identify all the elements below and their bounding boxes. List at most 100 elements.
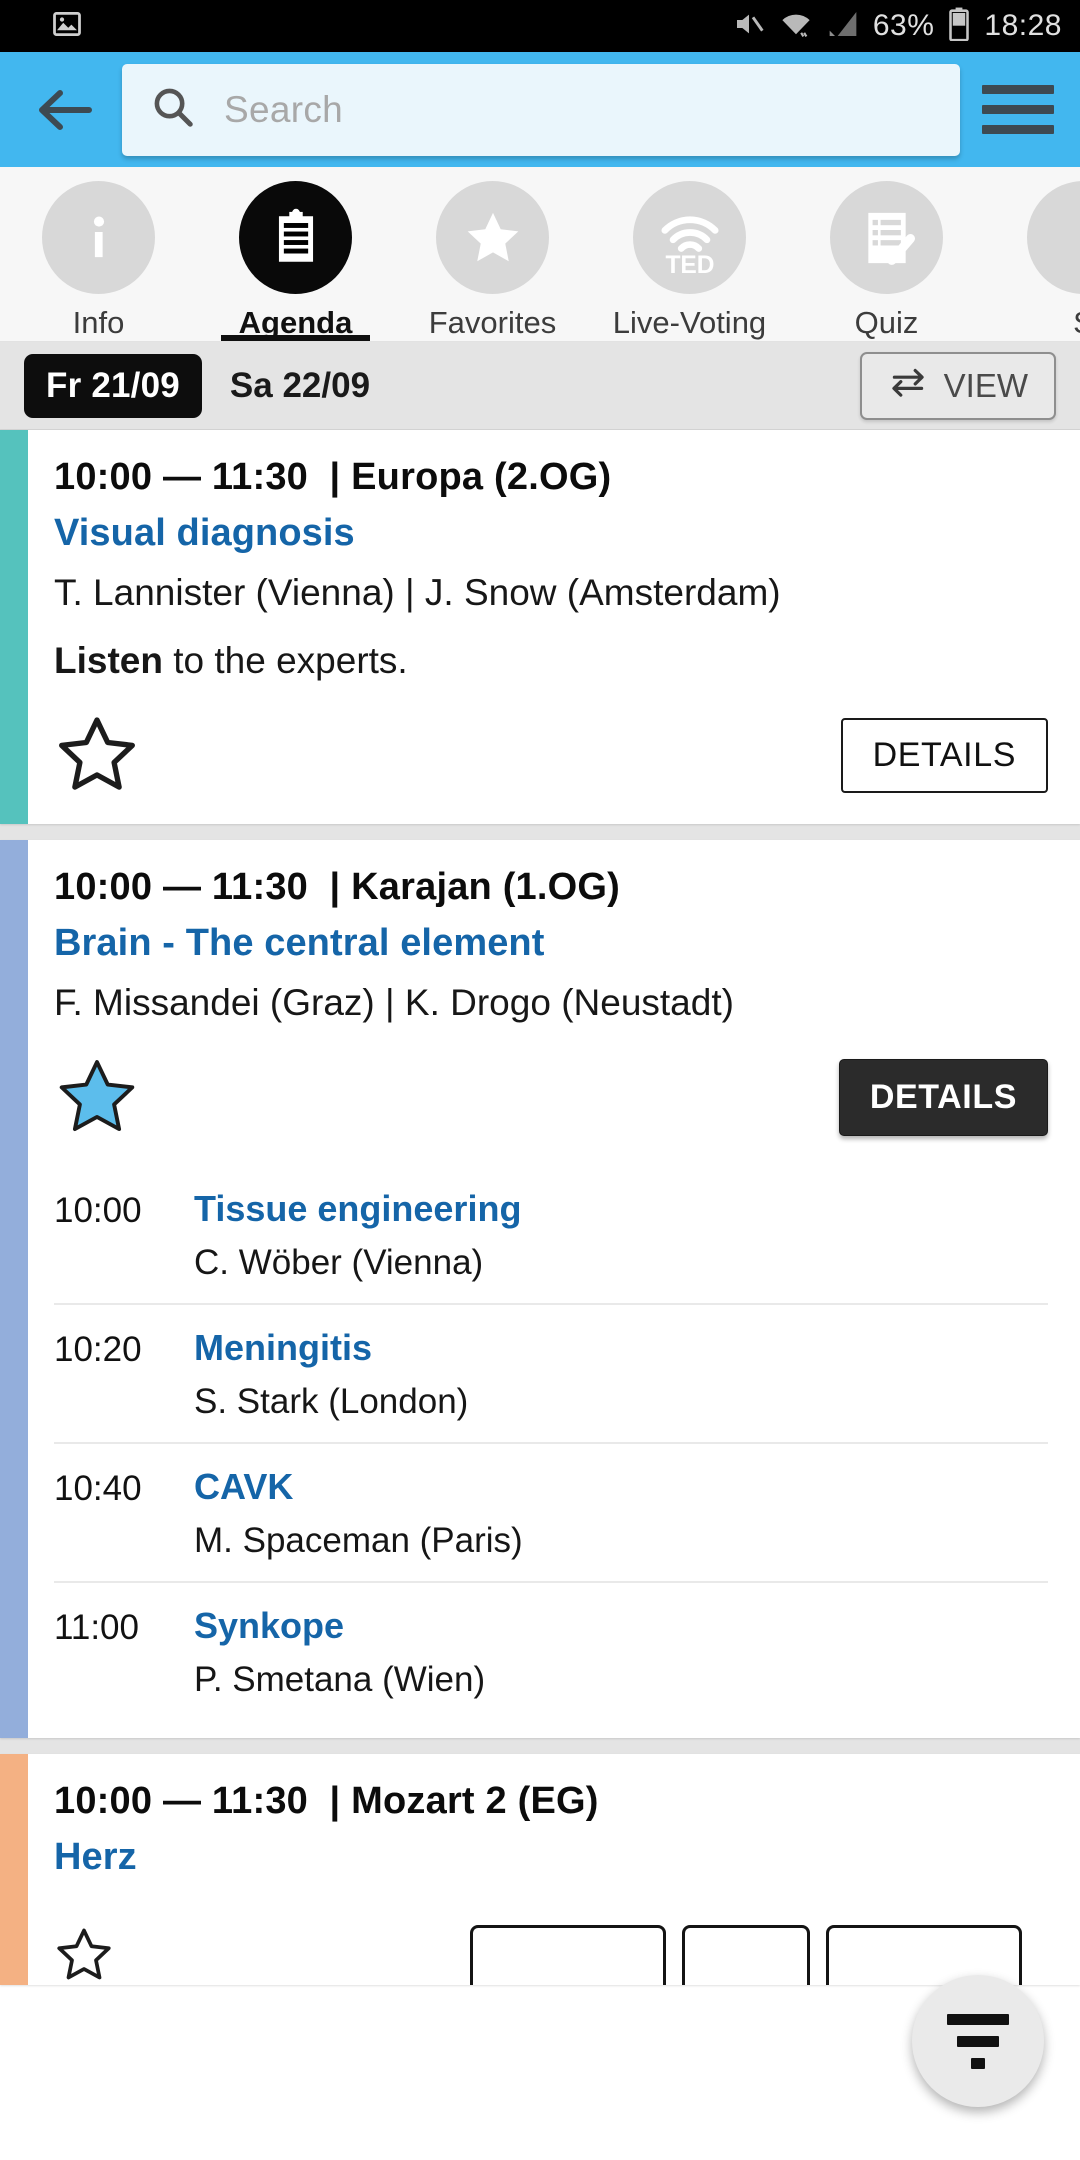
session-note: Listen to the experts. bbox=[54, 640, 1048, 682]
session-note-bold: Listen bbox=[54, 640, 163, 681]
sub-session-time: 10:20 bbox=[54, 1330, 142, 1369]
list-item[interactable]: 10:20 Meningitis S. Stark (London) bbox=[54, 1303, 1048, 1442]
session-time-room: 10:00 — 11:30 | Karajan (1.OG) bbox=[54, 866, 1048, 909]
session-card[interactable]: 10:00 — 11:30 | Karajan (1.OG) Brain - T… bbox=[0, 840, 1080, 1738]
session-separator: | bbox=[329, 1780, 341, 1822]
session-card[interactable]: 10:00 — 11:30 | Europa (2.OG) Visual dia… bbox=[0, 430, 1080, 824]
session-actions: DETAILS bbox=[54, 1056, 1048, 1166]
sidebar-item-label: Quiz bbox=[854, 305, 919, 340]
status-bar: 63% 18:28 bbox=[0, 0, 1080, 52]
sidebar-item-favorites[interactable]: Favorites bbox=[394, 167, 591, 341]
sub-session-time: 10:40 bbox=[54, 1469, 142, 1508]
session-title[interactable]: Brain - The central element bbox=[54, 922, 1048, 965]
session-action-buttons[interactable] bbox=[114, 1925, 1048, 1985]
filter-fab[interactable] bbox=[912, 1975, 1044, 2107]
filter-icon-bar-1 bbox=[947, 2013, 1009, 2025]
session-color-stripe bbox=[0, 840, 28, 1738]
search-input[interactable]: Search bbox=[122, 63, 960, 156]
sub-session-time: 11:00 bbox=[54, 1608, 139, 1647]
details-button[interactable]: DETAILS bbox=[840, 717, 1048, 793]
sidebar-item-label: Info bbox=[72, 305, 125, 340]
session-card[interactable]: 10:00 — 11:30 | Mozart 2 (EG) Herz bbox=[0, 1754, 1080, 1985]
session-actions: DETAILS bbox=[54, 714, 1048, 824]
favorite-star-icon[interactable] bbox=[54, 1056, 140, 1138]
sub-session-main: Synkope P. Smetana (Wien) bbox=[194, 1605, 1048, 1700]
session-room: Karajan (1.OG) bbox=[351, 866, 621, 908]
session-room: Europa (2.OG) bbox=[351, 456, 612, 498]
hamburger-menu-icon[interactable] bbox=[982, 74, 1054, 146]
session-time: 10:00 — 11:30 bbox=[54, 866, 308, 908]
search-placeholder: Search bbox=[224, 88, 344, 130]
action-button[interactable] bbox=[682, 1925, 810, 1985]
sub-session-main: CAVK M. Spaceman (Paris) bbox=[194, 1466, 1048, 1561]
list-item[interactable]: 10:00 Tissue engineering C. Wöber (Vienn… bbox=[54, 1166, 1048, 1303]
view-button-label: VIEW bbox=[943, 366, 1028, 404]
sidebar-item-live-voting[interactable]: TED Live-Voting bbox=[591, 167, 788, 341]
sidebar-item-info[interactable]: Info bbox=[0, 167, 197, 341]
session-time: 10:00 — 11:30 bbox=[54, 1780, 308, 1822]
list-item[interactable]: 11:00 Synkope P. Smetana (Wien) bbox=[54, 1581, 1048, 1720]
session-speakers: F. Missandei (Graz) | K. Drogo (Neustadt… bbox=[54, 982, 734, 1023]
sub-session-title[interactable]: Tissue engineering bbox=[194, 1188, 1048, 1230]
clock: 18:28 bbox=[984, 9, 1062, 42]
sidebar-item-partial[interactable]: S bbox=[985, 167, 1080, 341]
sidebar-item-agenda[interactable]: Agenda bbox=[197, 167, 394, 341]
list-item[interactable]: 10:40 CAVK M. Spaceman (Paris) bbox=[54, 1442, 1048, 1581]
details-button[interactable]: DETAILS bbox=[838, 1058, 1048, 1136]
swap-arrows-icon bbox=[888, 366, 928, 406]
session-body: 10:00 — 11:30 | Karajan (1.OG) Brain - T… bbox=[28, 840, 1080, 1738]
sub-session-speaker: P. Smetana (Wien) bbox=[194, 1660, 486, 1699]
sub-session-speaker: S. Stark (London) bbox=[194, 1382, 469, 1421]
session-title[interactable]: Visual diagnosis bbox=[54, 512, 1048, 555]
sub-session-speaker: M. Spaceman (Paris) bbox=[194, 1521, 523, 1560]
app-bar: Search bbox=[0, 52, 1080, 167]
sub-session-title[interactable]: Synkope bbox=[194, 1605, 1048, 1647]
session-time-room: 10:00 — 11:30 | Mozart 2 (EG) bbox=[54, 1780, 1048, 1823]
battery-icon bbox=[948, 7, 970, 46]
sub-session-list: 10:00 Tissue engineering C. Wöber (Vienn… bbox=[54, 1166, 1048, 1720]
session-color-stripe bbox=[0, 1754, 28, 1985]
sub-session-title[interactable]: Meningitis bbox=[194, 1327, 1048, 1369]
mute-icon bbox=[733, 8, 765, 45]
clipboard-icon bbox=[232, 174, 359, 301]
session-note-rest: to the experts. bbox=[162, 640, 408, 681]
session-time: 10:00 — 11:30 bbox=[54, 456, 308, 498]
status-bar-left bbox=[52, 9, 82, 44]
session-body: 10:00 — 11:30 | Europa (2.OG) Visual dia… bbox=[28, 430, 1080, 824]
session-color-stripe bbox=[0, 430, 28, 824]
favorite-star-icon[interactable] bbox=[54, 714, 140, 796]
sub-session-main: Tissue engineering C. Wöber (Vienna) bbox=[194, 1188, 1048, 1283]
session-title[interactable]: Herz bbox=[54, 1836, 1048, 1879]
sub-session-main: Meningitis S. Stark (London) bbox=[194, 1327, 1048, 1422]
ted-wifi-icon: TED bbox=[633, 181, 746, 294]
battery-percent: 63% bbox=[872, 9, 935, 42]
sub-session-title[interactable]: CAVK bbox=[194, 1466, 1048, 1508]
wifi-icon bbox=[779, 9, 813, 44]
category-tab-strip[interactable]: Info Agenda Favorites TED Live-Voting Qu… bbox=[0, 167, 1080, 342]
session-separator: | bbox=[329, 866, 341, 908]
image-icon bbox=[52, 9, 82, 44]
checklist-icon bbox=[830, 181, 943, 294]
session-speakers: T. Lannister (Vienna) | J. Snow (Amsterd… bbox=[54, 572, 781, 613]
session-room: Mozart 2 (EG) bbox=[351, 1780, 599, 1822]
agenda-session-list[interactable]: 10:00 — 11:30 | Europa (2.OG) Visual dia… bbox=[0, 430, 1080, 1985]
view-button[interactable]: VIEW bbox=[859, 351, 1056, 420]
date-tab-selected[interactable]: Fr 21/09 bbox=[24, 353, 202, 418]
star-icon bbox=[436, 181, 549, 294]
date-tab[interactable]: Sa 22/09 bbox=[230, 366, 370, 406]
partial-icon bbox=[1027, 181, 1080, 294]
search-icon bbox=[150, 84, 196, 135]
sidebar-item-quiz[interactable]: Quiz bbox=[788, 167, 985, 341]
sub-session-time: 10:00 bbox=[54, 1191, 142, 1230]
status-bar-right: 63% 18:28 bbox=[733, 7, 1062, 46]
info-icon bbox=[42, 181, 155, 294]
session-body: 10:00 — 11:30 | Mozart 2 (EG) Herz bbox=[28, 1754, 1080, 1985]
svg-text:TED: TED bbox=[665, 252, 714, 276]
back-button[interactable] bbox=[26, 71, 104, 149]
favorite-star-icon[interactable] bbox=[54, 1925, 114, 1985]
filter-icon-bar-3 bbox=[971, 2057, 985, 2069]
action-button[interactable] bbox=[470, 1925, 666, 1985]
session-time-room: 10:00 — 11:30 | Europa (2.OG) bbox=[54, 456, 1048, 499]
session-separator: | bbox=[329, 456, 341, 498]
filter-icon-bar-2 bbox=[957, 2035, 999, 2047]
